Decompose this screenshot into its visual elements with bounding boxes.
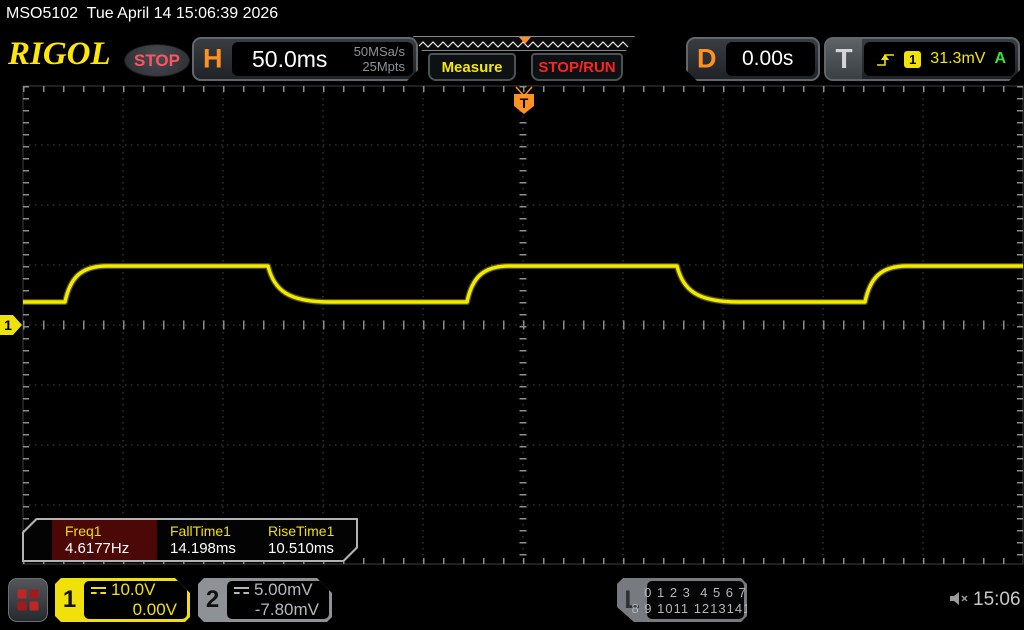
measurement-value: 14.198ms [170, 540, 236, 557]
trigger-level-value: 31.3mV [930, 50, 986, 67]
measurement-risetime1[interactable]: RiseTime1 10.510ms [255, 520, 355, 560]
svg-text:T: T [520, 95, 529, 111]
measurement-label: FallTime1 [170, 523, 231, 539]
trigger-label: T [826, 39, 862, 79]
waveform-display-area[interactable]: T1 [0, 85, 1024, 565]
trigger-panel[interactable]: T 1 31.3mV A [824, 37, 1020, 81]
measurement-results-box[interactable]: Freq1 4.6177Hz FallTime1 14.198ms RiseTi… [22, 518, 358, 562]
horizontal-label: H [203, 43, 223, 74]
svg-text:1: 1 [4, 317, 12, 333]
delay-label: D [697, 43, 717, 74]
samplerate-value: 50MSa/s [353, 44, 405, 59]
menu-button[interactable] [8, 578, 48, 622]
measurement-value: 4.6177Hz [65, 540, 130, 557]
model-datetime-text: MSO5102 Tue April 14 15:06:39 2026 [6, 5, 279, 22]
logic-row-1: 0 1 2 3 4 5 6 7 [644, 584, 747, 600]
channel-1-block[interactable]: 1 10.0V 0.00V [55, 578, 190, 622]
delay-field: 0.00s [726, 42, 815, 76]
dc-coupling-icon [234, 587, 249, 594]
memdepth-value: 25Mpts [362, 59, 405, 74]
trigger-source-badge: 1 [904, 51, 921, 68]
horizontal-field: 50.0ms 50MSa/s 25Mpts [232, 42, 413, 76]
channel-2-number: 2 [205, 586, 220, 613]
measurement-value: 10.510ms [268, 540, 334, 557]
clock-time: 15:06 [973, 589, 1021, 610]
rising-edge-trigger-icon [876, 50, 895, 68]
channel-2-block[interactable]: 2 5.00mV -7.80mV [198, 578, 332, 622]
measure-button[interactable]: Measure [428, 53, 516, 81]
rigol-logo: RIGOL [8, 36, 111, 72]
channel-1-scale: 10.0V [111, 580, 156, 599]
channel-2-scale: 5.00mV [254, 580, 313, 599]
oscilloscope-screen: MSO5102 Tue April 14 15:06:39 2026 RIGOL… [0, 0, 1024, 630]
channel-1-offset: 0.00V [132, 600, 177, 619]
logic-channel-numbers: 0 1 2 3 4 5 6 7 8 9 1011 12131415 [647, 581, 744, 619]
graticule-and-waveform: T1 [0, 85, 1024, 565]
trigger-field: 1 31.3mV A [864, 42, 1015, 76]
menu-grid-icon [17, 589, 39, 611]
horizontal-panel[interactable]: H 50.0ms 50MSa/s 25Mpts [192, 37, 418, 81]
delay-panel[interactable]: D 0.00s [686, 37, 820, 81]
channel-1-values: 10.0V 0.00V [84, 581, 187, 619]
stop-run-button[interactable]: STOP/RUN [531, 53, 623, 81]
measurement-label: Freq1 [65, 523, 102, 539]
logic-channels-block[interactable]: L 0 1 2 3 4 5 6 7 8 9 1011 12131415 [617, 578, 747, 622]
measurement-freq1[interactable]: Freq1 4.6177Hz [52, 520, 157, 560]
channel-1-number: 1 [62, 586, 77, 613]
dc-coupling-icon [91, 587, 106, 594]
timebase-value: 50.0ms [252, 45, 328, 72]
logic-row-2: 8 9 1011 12131415 [631, 600, 760, 616]
measurement-falltime1[interactable]: FallTime1 14.198ms [157, 520, 255, 560]
delay-value: 0.00s [742, 47, 794, 70]
run-state-indicator[interactable]: STOP [124, 44, 190, 77]
measurement-results-inner: Freq1 4.6177Hz FallTime1 14.198ms RiseTi… [24, 520, 356, 560]
memory-position-bar[interactable] [413, 36, 635, 51]
channel-2-values: 5.00mV -7.80mV [227, 581, 329, 619]
channel-2-offset: -7.80mV [254, 600, 319, 619]
samplerate-memdepth: 50MSa/s 25Mpts [354, 44, 413, 74]
memory-trigger-position-icon [519, 37, 531, 44]
speaker-muted-icon[interactable] [948, 590, 970, 607]
trigger-mode-auto: A [994, 50, 1006, 67]
measurement-label: RiseTime1 [268, 523, 335, 539]
